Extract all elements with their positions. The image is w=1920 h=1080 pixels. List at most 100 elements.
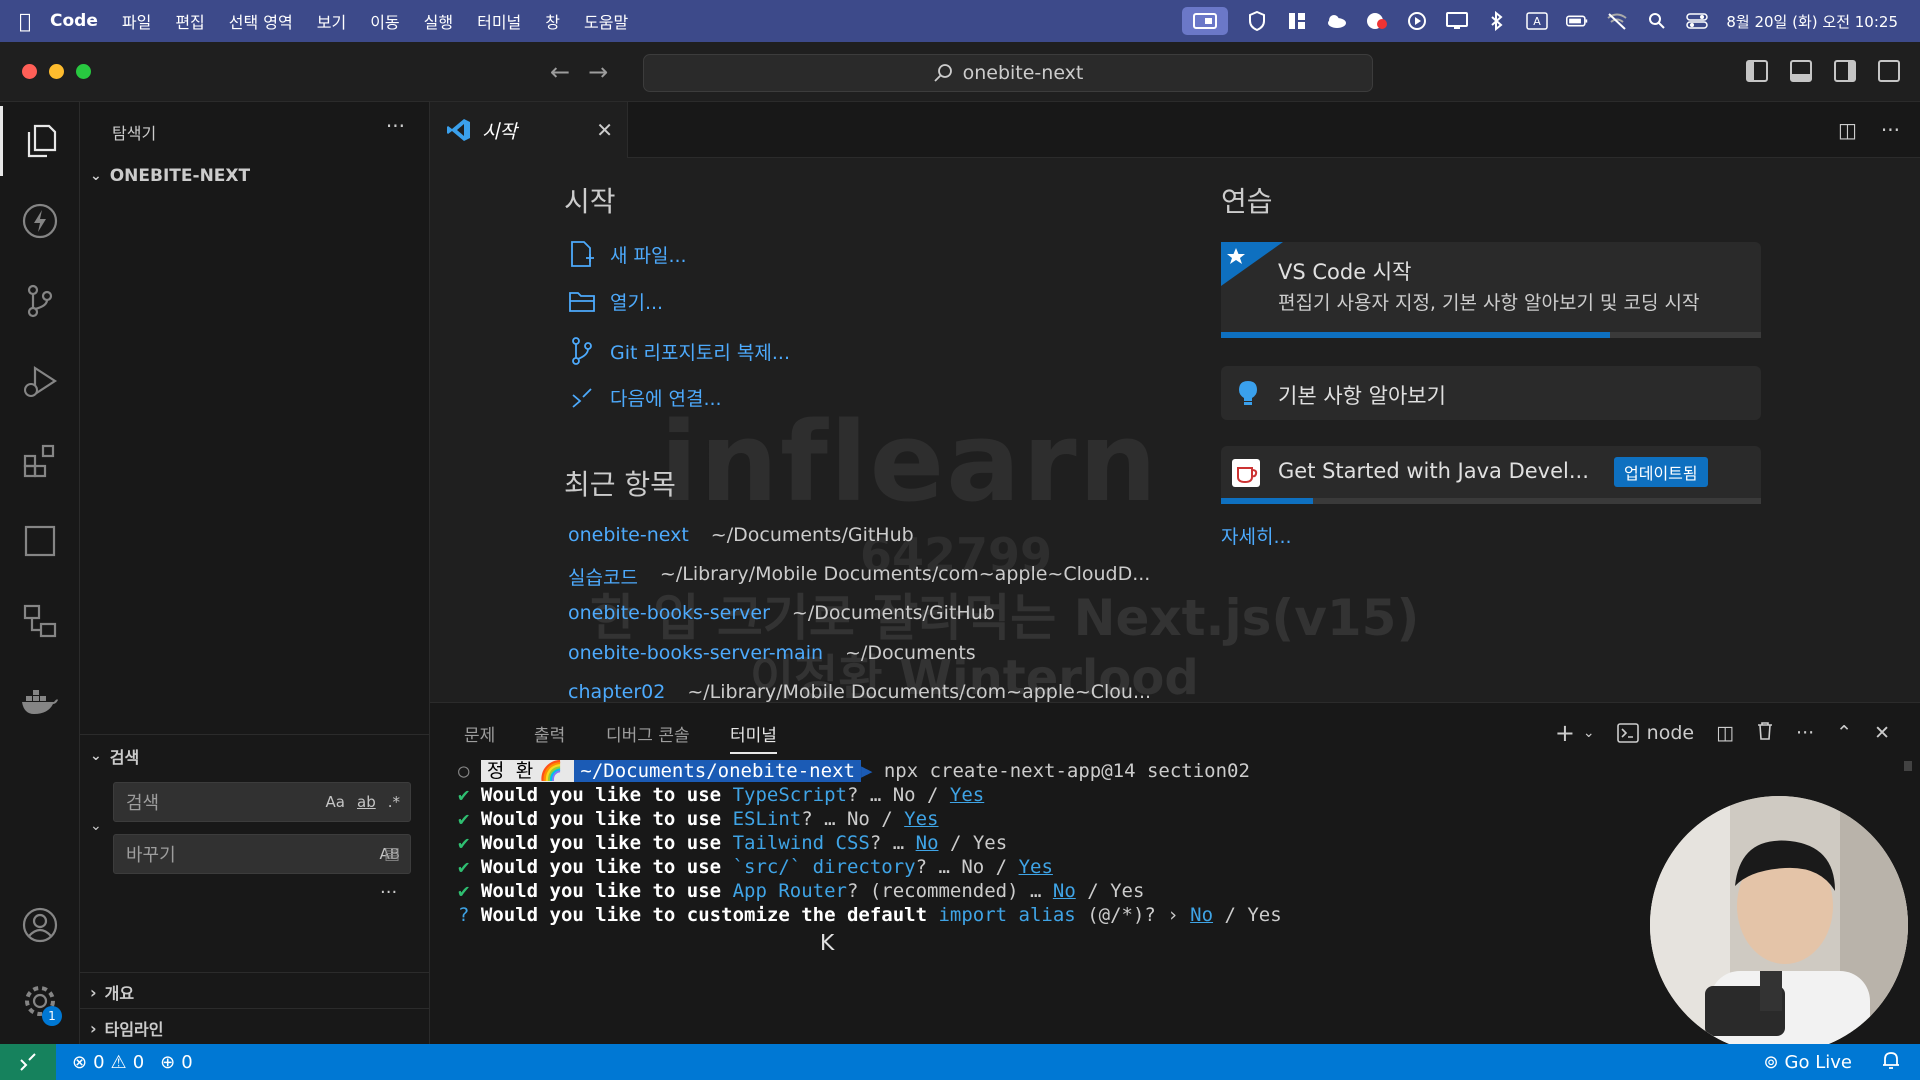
play-icon[interactable] bbox=[1406, 12, 1428, 30]
back-arrow-icon[interactable]: ← bbox=[550, 58, 570, 86]
run-debug-icon[interactable] bbox=[0, 346, 80, 416]
other-answer: / Yes bbox=[1075, 880, 1145, 902]
app-name[interactable]: Code bbox=[50, 11, 98, 31]
split-editor-icon[interactable]: ◫ bbox=[1838, 118, 1857, 142]
walkthrough-card-fundamentals[interactable]: 기본 사항 알아보기 bbox=[1221, 366, 1761, 420]
outline-section-header[interactable]: › 개요 bbox=[90, 980, 134, 1004]
folder-header[interactable]: ⌄ ONEBITE-NEXT bbox=[90, 166, 250, 186]
close-window-button[interactable] bbox=[22, 64, 37, 79]
problems-indicator[interactable]: ⊗ 0 ⚠ 0 bbox=[72, 1052, 144, 1073]
tab-output[interactable]: 출력 bbox=[534, 721, 565, 746]
tab-welcome[interactable]: 시작 ✕ bbox=[430, 102, 628, 158]
menu-edit[interactable]: 편집 bbox=[175, 9, 204, 33]
more-actions-icon[interactable]: ··· bbox=[1881, 118, 1900, 142]
walkthrough-card-vscode[interactable]: VS Code 시작 편집기 사용자 지정, 기본 사항 알아보기 및 코딩 시… bbox=[1221, 242, 1761, 338]
recent-item[interactable]: onebite-books-server-main ~/Documents bbox=[568, 642, 976, 664]
open-link[interactable]: 열기... bbox=[568, 288, 663, 315]
lightning-icon[interactable] bbox=[0, 186, 80, 256]
match-case-icon[interactable]: Aa bbox=[326, 793, 345, 811]
recent-item-path: ~/Documents bbox=[845, 642, 976, 664]
warning-count: 0 bbox=[132, 1051, 145, 1073]
menu-view[interactable]: 보기 bbox=[317, 9, 346, 33]
menu-window[interactable]: 창 bbox=[545, 9, 560, 33]
customize-layout-icon[interactable] bbox=[1878, 60, 1900, 82]
replace-input[interactable]: 바꾸기 AB bbox=[113, 834, 411, 874]
terminal-output[interactable]: ○ 정 환 🌈 ~/Documents/onebite-next ▶ npx cre… bbox=[458, 759, 1282, 927]
display-icon[interactable] bbox=[1446, 12, 1469, 30]
menubar-clock[interactable]: 8월 20일 (화) 오전 10:25 bbox=[1726, 11, 1898, 32]
tab-problems[interactable]: 문제 bbox=[464, 721, 495, 746]
ports-indicator[interactable]: ⊕ 0 bbox=[160, 1052, 193, 1073]
new-terminal-plus-icon[interactable]: + bbox=[1555, 719, 1575, 747]
connect-to-link[interactable]: 다음에 연결... bbox=[568, 384, 722, 411]
toggle-primary-sidebar-icon[interactable] bbox=[1746, 60, 1768, 82]
forward-arrow-icon[interactable]: → bbox=[588, 58, 608, 86]
square-icon[interactable] bbox=[0, 506, 80, 576]
menu-help[interactable]: 도움말 bbox=[584, 9, 628, 33]
source-control-icon[interactable] bbox=[0, 266, 80, 336]
control-center-icon[interactable] bbox=[1686, 12, 1709, 30]
recent-item[interactable]: chapter02 ~/Library/Mobile Documents/com… bbox=[568, 681, 1151, 702]
regex-icon[interactable]: .* bbox=[388, 793, 400, 811]
error-count: 0 bbox=[93, 1051, 105, 1073]
record-icon[interactable] bbox=[1366, 12, 1388, 30]
replace-toggle-chevron-icon[interactable]: ⌄ bbox=[90, 818, 102, 834]
input-source-icon[interactable]: A bbox=[1526, 12, 1549, 30]
bell-icon[interactable] bbox=[1882, 1050, 1900, 1075]
explorer-icon[interactable] bbox=[0, 106, 80, 176]
close-icon[interactable]: ✕ bbox=[596, 118, 613, 142]
match-word-icon[interactable]: ab bbox=[357, 793, 376, 811]
minimize-window-button[interactable] bbox=[49, 64, 64, 79]
search-input[interactable]: 검색 Aa ab .* bbox=[113, 782, 411, 822]
chevron-down-icon[interactable]: ⌄ bbox=[1583, 725, 1595, 741]
remote-indicator-icon[interactable] bbox=[0, 1044, 56, 1080]
screen-share-icon[interactable] bbox=[1182, 7, 1229, 35]
settings-gear-icon[interactable]: 1 bbox=[0, 966, 80, 1036]
tab-terminal[interactable]: 터미널 bbox=[730, 721, 777, 754]
terminal-selector[interactable]: node bbox=[1616, 722, 1694, 744]
recent-item[interactable]: 실습코드 ~/Library/Mobile Documents/com~appl… bbox=[568, 563, 1150, 590]
more-walkthroughs-link[interactable]: 자세히... bbox=[1221, 522, 1292, 549]
toggle-secondary-sidebar-icon[interactable] bbox=[1834, 60, 1856, 82]
grid-icon[interactable] bbox=[1286, 12, 1308, 30]
bluetooth-icon[interactable] bbox=[1486, 11, 1508, 31]
split-terminal-icon[interactable]: ◫ bbox=[1716, 722, 1734, 744]
command-center[interactable]: onebite-next bbox=[643, 54, 1373, 92]
recent-item[interactable]: onebite-next ~/Documents/GitHub bbox=[568, 524, 914, 546]
search-section-header[interactable]: ⌄ 검색 bbox=[90, 744, 139, 768]
walkthrough-card-java[interactable]: Get Started with Java Devel... 업데이트됨 bbox=[1221, 446, 1761, 504]
menu-selection[interactable]: 선택 영역 bbox=[229, 9, 293, 33]
menu-go[interactable]: 이동 bbox=[370, 9, 399, 33]
apple-icon[interactable]:  bbox=[0, 9, 50, 33]
account-icon[interactable] bbox=[0, 890, 80, 960]
cloud-icon[interactable] bbox=[1326, 12, 1348, 30]
extensions-icon[interactable] bbox=[0, 426, 80, 496]
zoom-window-button[interactable] bbox=[76, 64, 91, 79]
timeline-section-header[interactable]: › 타임라인 bbox=[90, 1016, 163, 1040]
question-key: TypeScript bbox=[732, 784, 847, 806]
spotlight-icon[interactable] bbox=[1646, 12, 1668, 30]
replace-all-icon[interactable]: ▤ bbox=[384, 844, 400, 864]
shield-icon[interactable] bbox=[1246, 11, 1268, 31]
new-file-link[interactable]: 새 파일... bbox=[568, 240, 687, 268]
wifi-off-icon[interactable] bbox=[1606, 12, 1628, 30]
docker-icon[interactable] bbox=[0, 666, 80, 736]
toggle-panel-icon[interactable] bbox=[1790, 60, 1812, 82]
close-panel-icon[interactable]: ✕ bbox=[1874, 722, 1890, 744]
menu-run[interactable]: 실행 bbox=[424, 9, 453, 33]
search-more-icon[interactable]: ··· bbox=[380, 882, 397, 903]
question-hint: ? … No / bbox=[801, 808, 905, 830]
terminal-scrollbar[interactable] bbox=[1904, 761, 1912, 771]
menu-terminal[interactable]: 터미널 bbox=[477, 9, 521, 33]
go-live-button[interactable]: ⊚ Go Live bbox=[1763, 1052, 1852, 1073]
remote-explorer-icon[interactable] bbox=[0, 586, 80, 656]
more-actions-icon[interactable]: ··· bbox=[1796, 722, 1814, 744]
tab-debug-console[interactable]: 디버그 콘솔 bbox=[606, 721, 690, 746]
battery-icon[interactable] bbox=[1566, 12, 1588, 30]
recent-item[interactable]: onebite-books-server ~/Documents/GitHub bbox=[568, 602, 995, 624]
menu-file[interactable]: 파일 bbox=[122, 9, 151, 33]
clone-repo-link[interactable]: Git 리포지토리 복제... bbox=[568, 336, 790, 366]
more-actions-icon[interactable]: ··· bbox=[386, 114, 405, 138]
trash-icon[interactable] bbox=[1756, 721, 1774, 746]
maximize-panel-icon[interactable]: ⌃ bbox=[1836, 722, 1852, 744]
